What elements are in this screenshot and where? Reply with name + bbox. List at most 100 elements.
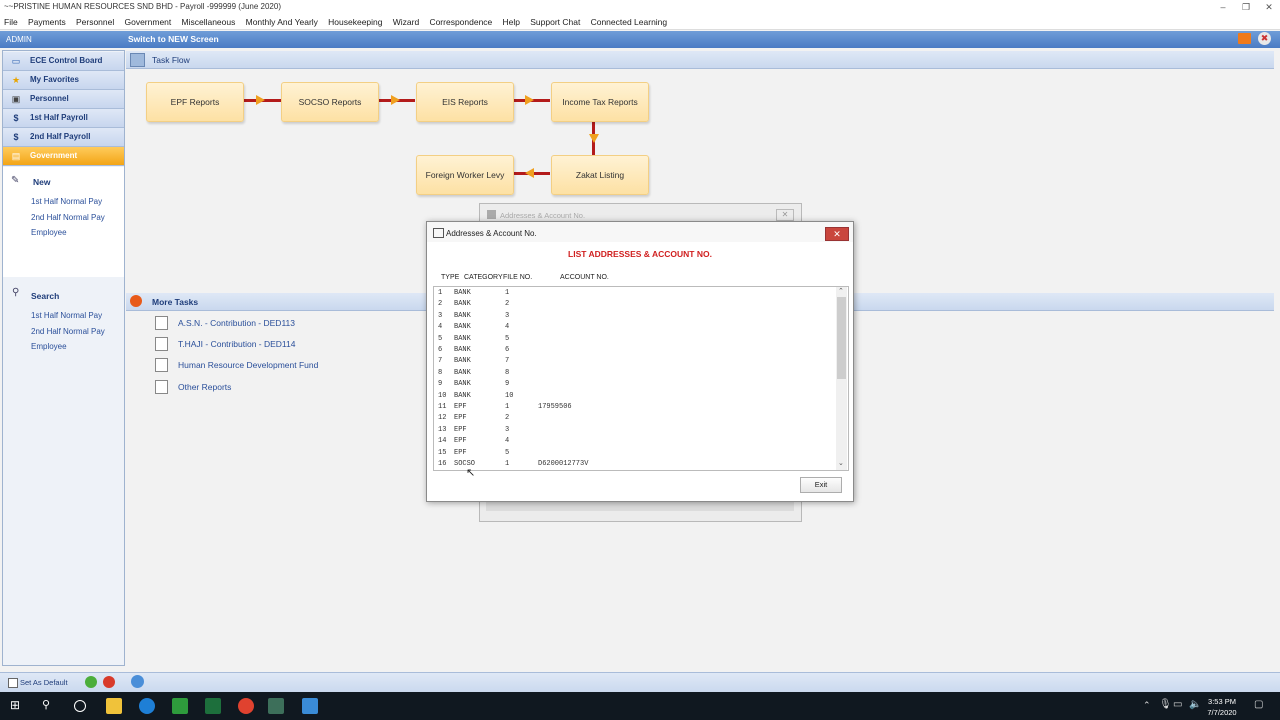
- row-file-no: 3: [505, 425, 510, 434]
- table-row[interactable]: 1 BANK 1: [434, 289, 838, 300]
- table-row[interactable]: 7 BANK 7: [434, 357, 838, 368]
- search-1st-half-normal-pay-link[interactable]: 1st Half Normal Pay: [31, 311, 102, 320]
- report-icon: [155, 316, 168, 330]
- app-icon[interactable]: [172, 698, 188, 714]
- sidebar-item-ece-control-board[interactable]: ▭ ECE Control Board: [3, 52, 124, 71]
- scroll-down-icon[interactable]: ⌄: [838, 459, 844, 467]
- account-list[interactable]: 1 BANK 1 2 BANK 2 3 BANK 3 4 BANK 4 5 BANK 5 6 BANK 6 7 BAN…: [433, 286, 849, 471]
- menu-connected-learning[interactable]: Connected Learning: [591, 15, 668, 29]
- income-tax-reports-box[interactable]: Income Tax Reports: [551, 82, 649, 122]
- dollar-icon: $: [13, 113, 19, 123]
- dialog-close-button[interactable]: ✕: [825, 227, 849, 241]
- menu-personnel[interactable]: Personnel: [76, 15, 114, 29]
- menu-wizard[interactable]: Wizard: [393, 15, 419, 29]
- background-dialog-close-button[interactable]: ✕: [776, 209, 794, 221]
- sidebar-item-government[interactable]: ▤ Government: [3, 147, 124, 166]
- other-reports-link[interactable]: Other Reports: [178, 382, 231, 392]
- flow-arrow-head: [525, 95, 534, 105]
- search-2nd-half-normal-pay-link[interactable]: 2nd Half Normal Pay: [31, 327, 105, 336]
- row-file-no: 7: [505, 357, 510, 366]
- row-number: 7: [438, 357, 443, 366]
- row-file-no: 9: [505, 380, 510, 389]
- star-icon: ★: [11, 75, 21, 85]
- scrollbar-thumb[interactable]: [837, 297, 846, 379]
- foreign-worker-levy-box[interactable]: Foreign Worker Levy: [416, 155, 514, 195]
- table-row[interactable]: 15 EPF 5: [434, 449, 838, 460]
- set-default-checkbox[interactable]: [8, 678, 18, 688]
- rss-icon[interactable]: [131, 675, 144, 688]
- menu-payments[interactable]: Payments: [28, 15, 66, 29]
- chrome-icon[interactable]: [238, 698, 254, 714]
- col-account-no: ACCOUNT NO.: [560, 274, 609, 281]
- epf-reports-box[interactable]: EPF Reports: [146, 82, 244, 122]
- background-dialog-title: Addresses & Account No.: [500, 211, 586, 220]
- table-row[interactable]: 8 BANK 8: [434, 369, 838, 380]
- search-employee-link[interactable]: Employee: [31, 342, 67, 351]
- notification-icon[interactable]: ▢: [1254, 699, 1263, 710]
- table-row[interactable]: 11 EPF 1 17959506: [434, 403, 838, 414]
- thaji-contribution-link[interactable]: T.HAJI - Contribution - DED114: [178, 339, 295, 349]
- volume-icon[interactable]: 🔈: [1189, 699, 1201, 710]
- minimize-button[interactable]: –: [1214, 2, 1232, 13]
- menu-support-chat[interactable]: Support Chat: [530, 15, 580, 29]
- sidebar-item-1st-half-payroll[interactable]: $ 1st Half Payroll: [3, 109, 124, 128]
- close-window-button[interactable]: ✕: [1260, 2, 1278, 13]
- tray-up-icon[interactable]: ⌃: [1143, 700, 1151, 711]
- mail-icon[interactable]: [1238, 33, 1251, 44]
- table-row[interactable]: 10 BANK 10: [434, 392, 838, 403]
- exit-button[interactable]: Exit: [800, 477, 842, 493]
- menu-help[interactable]: Help: [503, 15, 520, 29]
- restore-button[interactable]: ❐: [1237, 2, 1255, 13]
- zakat-listing-box[interactable]: Zakat Listing: [551, 155, 649, 195]
- more-tasks-header-right: [852, 293, 1274, 311]
- app-icon[interactable]: [302, 698, 318, 714]
- clock-date[interactable]: 7/7/2020: [1204, 708, 1240, 717]
- menu-housekeeping[interactable]: Housekeeping: [328, 15, 382, 29]
- settings-icon[interactable]: ✖: [1258, 32, 1271, 45]
- new-employee-link[interactable]: Employee: [31, 228, 67, 237]
- file-explorer-icon[interactable]: [106, 698, 122, 714]
- start-icon[interactable]: ⊞: [10, 699, 23, 712]
- table-row[interactable]: 16 SOCSO 1 D6200012773V: [434, 460, 838, 470]
- report-icon: [155, 358, 168, 372]
- table-row[interactable]: 5 BANK 5: [434, 335, 838, 346]
- excel-icon[interactable]: [205, 698, 221, 714]
- new-1st-half-normal-pay-link[interactable]: 1st Half Normal Pay: [31, 197, 102, 206]
- asn-contribution-link[interactable]: A.S.N. - Contribution - DED113: [178, 318, 295, 328]
- table-row[interactable]: 12 EPF 2: [434, 414, 838, 425]
- clock-time[interactable]: 3:53 PM: [1204, 697, 1240, 706]
- socso-reports-box[interactable]: SOCSO Reports: [281, 82, 379, 122]
- table-row[interactable]: 6 BANK 6: [434, 346, 838, 357]
- table-row[interactable]: 9 BANK 9: [434, 380, 838, 391]
- payroll-app-icon[interactable]: [268, 698, 284, 714]
- edge-icon[interactable]: [139, 698, 155, 714]
- table-row[interactable]: 4 BANK 4: [434, 323, 838, 334]
- microphone-icon[interactable]: 🎙: [1159, 699, 1172, 710]
- table-row[interactable]: 13 EPF 3: [434, 426, 838, 437]
- table-row[interactable]: 14 EPF 4: [434, 437, 838, 448]
- menu-file[interactable]: File: [4, 15, 18, 29]
- menu-correspondence[interactable]: Correspondence: [429, 15, 492, 29]
- refresh-icon[interactable]: [85, 676, 97, 688]
- search-taskbar-icon[interactable]: ⚲: [42, 698, 50, 711]
- table-row[interactable]: 3 BANK 3: [434, 312, 838, 323]
- table-row[interactable]: 2 BANK 2: [434, 300, 838, 311]
- menu-government[interactable]: Government: [124, 15, 171, 29]
- scroll-up-icon[interactable]: ⌃: [838, 287, 844, 295]
- flow-arrow-head: [391, 95, 400, 105]
- task-flow-header: Task Flow: [126, 51, 1274, 69]
- col-type: TYPE: [441, 274, 460, 281]
- sidebar-item-2nd-half-payroll[interactable]: $ 2nd Half Payroll: [3, 128, 124, 147]
- eis-reports-box[interactable]: EIS Reports: [416, 82, 514, 122]
- power-icon[interactable]: [103, 676, 115, 688]
- sidebar-item-personnel[interactable]: ▣ Personnel: [3, 90, 124, 109]
- sidebar-item-my-favorites[interactable]: ★ My Favorites: [3, 71, 124, 90]
- hrdf-link[interactable]: Human Resource Development Fund: [178, 360, 318, 370]
- menu-miscellaneous[interactable]: Miscellaneous: [182, 15, 236, 29]
- network-icon[interactable]: ▭: [1173, 699, 1182, 710]
- cortana-icon[interactable]: [74, 700, 86, 712]
- switch-screen-link[interactable]: Switch to NEW Screen: [128, 34, 219, 44]
- new-2nd-half-normal-pay-link[interactable]: 2nd Half Normal Pay: [31, 213, 105, 222]
- menu-monthly-yearly[interactable]: Monthly And Yearly: [246, 15, 318, 29]
- row-number: 13: [438, 425, 447, 434]
